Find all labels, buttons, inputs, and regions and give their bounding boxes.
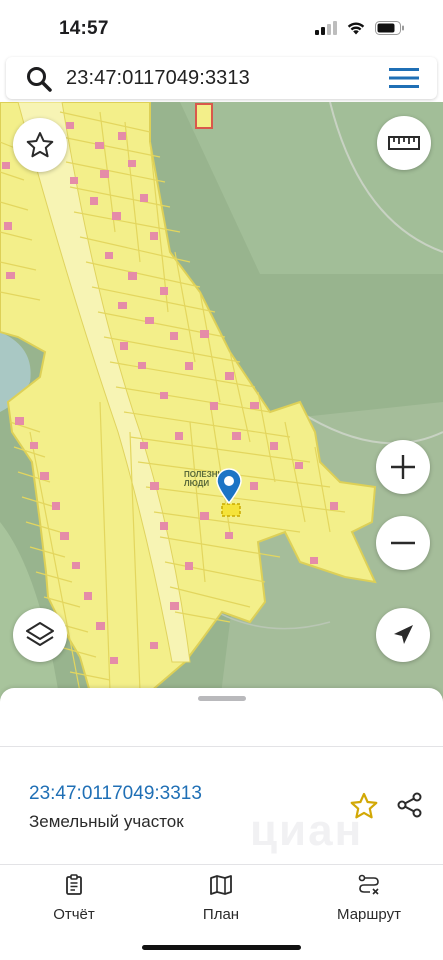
home-indicator xyxy=(142,945,301,950)
navigation-arrow-icon xyxy=(394,625,413,644)
search-icon[interactable] xyxy=(26,66,52,92)
share-icon[interactable] xyxy=(396,791,424,819)
ruler-button[interactable] xyxy=(377,116,431,170)
search-input[interactable]: 23:47:0117049:3313 xyxy=(66,67,250,90)
sheet-grabber[interactable] xyxy=(198,696,246,701)
status-time: 14:57 xyxy=(59,18,109,39)
star-outline-icon xyxy=(26,132,54,158)
status-bar: 14:57 xyxy=(0,0,443,56)
my-location-button[interactable] xyxy=(376,608,430,662)
cellular-signal-icon xyxy=(315,21,337,35)
tab-plan[interactable]: План xyxy=(161,874,281,923)
divider xyxy=(0,864,443,865)
parcel-id[interactable]: 23:47:0117049:3313 xyxy=(29,783,202,805)
tab-bar: Отчёт План Маршрут xyxy=(0,866,443,926)
zoom-in-button[interactable] xyxy=(376,440,430,494)
watermark: циан xyxy=(250,806,364,855)
tab-report[interactable]: Отчёт xyxy=(14,874,134,923)
tab-label: План xyxy=(202,906,240,923)
tab-route[interactable]: Маршрут xyxy=(309,874,429,923)
tab-label: Маршрут xyxy=(337,906,401,923)
selected-parcel xyxy=(221,503,241,517)
battery-icon xyxy=(375,21,404,35)
parcel-type: Земельный участок xyxy=(29,812,184,831)
favorites-button[interactable] xyxy=(13,118,67,172)
divider xyxy=(0,746,443,747)
location-pin-icon[interactable] xyxy=(216,468,242,504)
report-icon xyxy=(66,874,82,895)
search-bar[interactable]: 23:47:0117049:3313 xyxy=(6,57,437,99)
hamburger-menu-icon[interactable] xyxy=(389,68,419,88)
status-icons xyxy=(315,21,405,35)
layers-button[interactable] xyxy=(13,608,67,662)
plus-icon xyxy=(391,455,415,479)
favorite-star-icon[interactable] xyxy=(349,791,379,821)
bottom-sheet[interactable]: циан 23:47:0117049:3313 Земельный участо… xyxy=(0,688,443,960)
tab-label: Отчёт xyxy=(53,906,95,923)
zoom-out-button[interactable] xyxy=(376,516,430,570)
map-canvas[interactable] xyxy=(0,102,443,702)
route-icon xyxy=(358,874,379,895)
layers-icon xyxy=(26,622,54,646)
ruler-icon xyxy=(388,136,420,150)
map-icon xyxy=(210,875,232,895)
small-plot-top xyxy=(195,103,213,129)
map-view[interactable]: ПОЛЕЗНЫЕ ЛЮДИ xyxy=(0,102,443,702)
minus-icon xyxy=(391,541,415,545)
poi-label-line-2: ЛЮДИ xyxy=(184,479,210,488)
wifi-icon xyxy=(347,22,365,35)
